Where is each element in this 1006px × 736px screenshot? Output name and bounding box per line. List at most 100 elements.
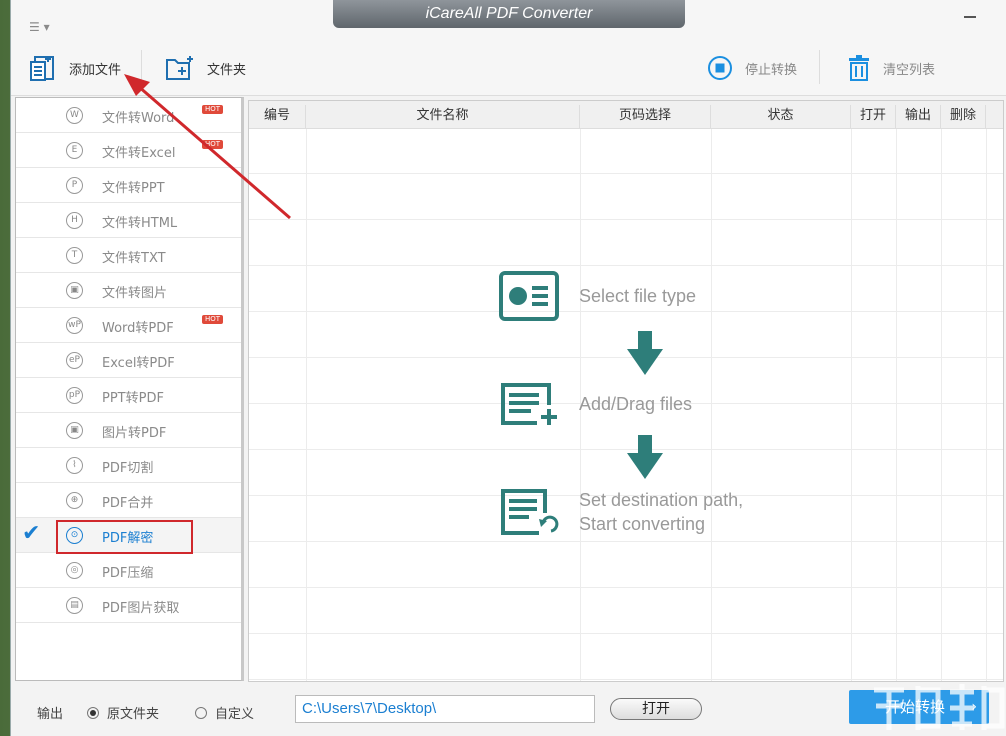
grid-row-line xyxy=(249,679,1003,680)
sidebar-item[interactable]: ◎ PDF压缩 xyxy=(16,553,241,588)
column-header-output[interactable]: 输出 xyxy=(896,105,941,128)
open-folder-button[interactable]: 打开 xyxy=(610,698,702,720)
start-conversion-button[interactable]: 开始转换 › xyxy=(849,690,989,724)
stop-conversion-label: 停止转换 xyxy=(745,62,798,78)
radio-original-folder[interactable]: 原文件夹 xyxy=(87,703,159,722)
conversion-type-icon: T xyxy=(66,247,83,264)
trash-icon xyxy=(849,55,869,81)
file-list-area[interactable]: 编号 文件名称 页码选择 状态 打开 输出 删除 Select file typ… xyxy=(248,100,1004,682)
title-bar: ☰ ▾ iCareAll PDF Converter ✕ xyxy=(11,0,1006,58)
radio-original-label: 原文件夹 xyxy=(107,707,160,722)
sidebar-item[interactable]: ▣ 图片转PDF xyxy=(16,413,241,448)
folder-label: 文件夹 xyxy=(207,62,247,78)
sidebar-item[interactable]: T 文件转TXT xyxy=(16,238,241,273)
sidebar-item-label: 图片转PDF xyxy=(102,426,167,441)
minimize-button[interactable] xyxy=(964,16,976,18)
hot-badge: HOT xyxy=(202,105,224,114)
grid-row-line xyxy=(249,265,1003,266)
column-header-status[interactable]: 状态 xyxy=(711,105,851,128)
clear-list-button[interactable]: 清空列表 xyxy=(847,40,935,96)
add-files-icon xyxy=(501,383,557,425)
sidebar-item-label: PDF解密 xyxy=(102,531,154,546)
conversion-type-icon: ⌇ xyxy=(66,457,83,474)
empty-state-steps: Select file type Add/Drag files Set dest… xyxy=(499,271,819,551)
conversion-type-icon: H xyxy=(66,212,83,229)
folder-add-icon xyxy=(166,56,193,80)
conversion-type-icon: ▣ xyxy=(66,422,83,439)
sidebar-item[interactable]: ✔ ⊙ PDF解密 xyxy=(16,518,241,554)
add-file-icon xyxy=(30,56,54,81)
toolbar-divider xyxy=(141,50,142,84)
toolbar: 添加文件 文件夹 停止转换 清空列表 xyxy=(11,40,1006,96)
step3-line1: Set destination path, xyxy=(579,490,744,510)
chevron-right-icon: › xyxy=(971,699,977,715)
sidebar-item-label: PDF合并 xyxy=(102,496,154,511)
sidebar-item-label: 文件转HTML xyxy=(102,216,178,231)
sidebar-item-label: Excel转PDF xyxy=(102,356,175,371)
window-title: iCareAll PDF Converter xyxy=(333,0,685,28)
checkmark-icon: ✔ xyxy=(22,521,41,546)
radio-dot xyxy=(87,706,99,719)
footer-bar: 输出 原文件夹 自定义 C:\Users\7\Desktop\ 打开 开始转换 … xyxy=(11,684,1006,736)
add-file-label: 添加文件 xyxy=(69,62,122,78)
sidebar-item[interactable]: eP Excel转PDF xyxy=(16,343,241,378)
output-path-field[interactable]: C:\Users\7\Desktop\ xyxy=(295,695,595,723)
column-header-open[interactable]: 打开 xyxy=(851,105,896,128)
step1-label: Select file type xyxy=(579,286,697,306)
conversion-type-icon: ▤ xyxy=(66,597,83,614)
output-label: 输出 xyxy=(37,707,64,722)
grid-column-line xyxy=(986,129,987,681)
stop-conversion-button[interactable]: 停止转换 xyxy=(707,40,797,96)
app-window: ☰ ▾ iCareAll PDF Converter ✕ 添加文件 xyxy=(10,0,1006,736)
sidebar-item-label: 文件转图片 xyxy=(102,286,168,301)
column-header-delete[interactable]: 删除 xyxy=(941,105,986,128)
sidebar-item-label: PDF图片获取 xyxy=(102,601,180,616)
radio-custom-folder[interactable]: 自定义 xyxy=(195,703,254,722)
down-arrow-icon xyxy=(627,435,663,479)
folder-button[interactable]: 文件夹 xyxy=(165,40,246,96)
grid-row-line xyxy=(249,587,1003,588)
radio-dot xyxy=(195,706,207,719)
conversion-type-icon: E xyxy=(66,142,83,159)
grid-column-line xyxy=(896,129,897,681)
sidebar-item[interactable]: ▣ 文件转图片 xyxy=(16,273,241,308)
step3-line2: Start converting xyxy=(579,514,706,534)
convert-refresh-icon xyxy=(501,489,559,535)
sidebar-item[interactable]: H 文件转HTML xyxy=(16,203,241,238)
column-header-number[interactable]: 编号 xyxy=(249,105,306,128)
sidebar-item[interactable]: P 文件转PPT xyxy=(16,168,241,203)
grid-column-line xyxy=(306,129,307,681)
step2-label: Add/Drag files xyxy=(579,394,693,414)
column-header-page-selection[interactable]: 页码选择 xyxy=(580,105,711,128)
step3-label: Set destination path, Start converting xyxy=(579,488,743,536)
hot-badge: HOT xyxy=(202,315,224,324)
step-select-file-type: Select file type xyxy=(499,271,696,321)
sidebar-item[interactable]: ⊕ PDF合并 xyxy=(16,483,241,518)
sidebar-item[interactable]: E 文件转Excel HOT xyxy=(16,133,241,168)
sidebar-item[interactable]: pP PPT转PDF xyxy=(16,378,241,413)
sidebar-item-label: 文件转Word xyxy=(102,111,175,126)
sidebar-item-label: PDF切割 xyxy=(102,461,154,476)
grid-row-line xyxy=(249,633,1003,634)
step-add-drag-files: Add/Drag files xyxy=(499,381,692,427)
menu-icon[interactable]: ☰ ▾ xyxy=(29,20,55,34)
start-conversion-label: 开始转换 xyxy=(885,698,946,716)
grid-column-line xyxy=(941,129,942,681)
sidebar-item[interactable]: W 文件转Word HOT xyxy=(16,98,241,133)
conversion-type-icon: ⊕ xyxy=(66,492,83,509)
sidebar-item-label: 文件转TXT xyxy=(102,251,166,266)
toolbar-divider xyxy=(819,50,820,84)
sidebar-item-label: 文件转PPT xyxy=(102,181,165,196)
sidebar-item[interactable]: ▤ PDF图片获取 xyxy=(16,588,241,623)
column-header-filename[interactable]: 文件名称 xyxy=(306,105,580,128)
sidebar-item[interactable]: ⌇ PDF切割 xyxy=(16,448,241,483)
grid-row-line xyxy=(249,173,1003,174)
radio-custom-label: 自定义 xyxy=(215,707,255,722)
grid-column-line xyxy=(851,129,852,681)
sidebar-item-label: PDF压缩 xyxy=(102,566,154,581)
conversion-type-icon: ⊙ xyxy=(66,527,83,544)
conversion-type-icon: W xyxy=(66,107,83,124)
conversion-type-icon: ▣ xyxy=(66,282,83,299)
sidebar-item[interactable]: wP Word转PDF HOT xyxy=(16,308,241,343)
add-file-button[interactable]: 添加文件 xyxy=(29,40,121,96)
